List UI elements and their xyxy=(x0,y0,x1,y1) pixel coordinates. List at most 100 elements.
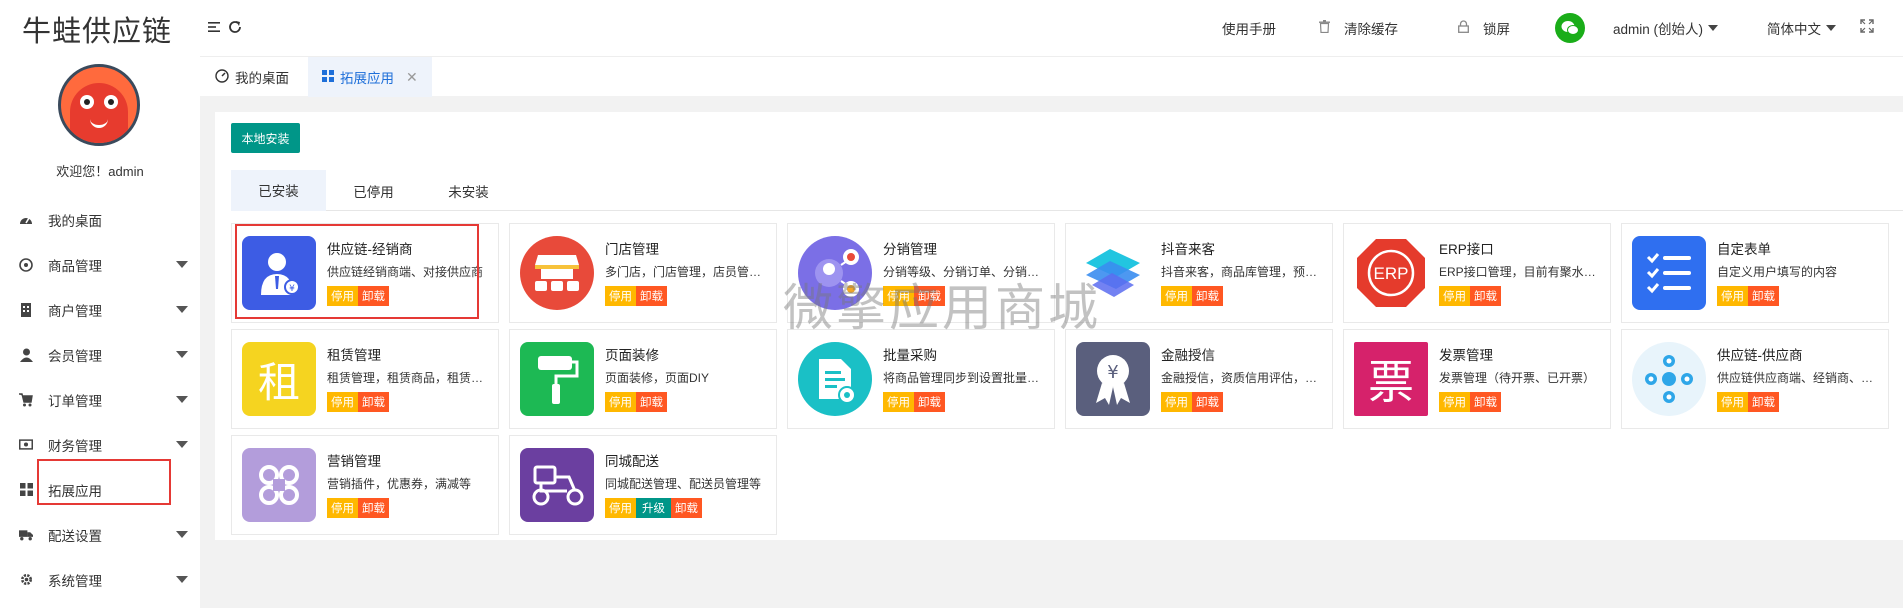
close-icon[interactable]: ✕ xyxy=(406,69,418,86)
app-desc: 抖音来客，商品库管理，预约核销 xyxy=(1161,265,1327,279)
lock-label: 锁屏 xyxy=(1483,22,1510,37)
uninstall-button[interactable]: 卸载 xyxy=(636,286,667,306)
highlight-box-app xyxy=(235,224,479,319)
app-logo[interactable]: 牛蛙供应链 xyxy=(22,8,172,50)
sidebar-menu: 我的桌面 商品管理 商户管理 会员管理 订单管理 财务管理 拓展应用 配送设置 … xyxy=(0,197,200,602)
manual-label: 使用手册 xyxy=(1222,22,1276,37)
sidebar-item-goods[interactable]: 商品管理 xyxy=(0,242,200,287)
app-card[interactable]: 抖音来客 抖音来客，商品库管理，预约核销 停用 卸载 xyxy=(1065,223,1333,323)
tab-not-installed[interactable]: 未安装 xyxy=(421,170,516,211)
sidebar-item-system[interactable]: 系统管理 xyxy=(0,557,200,602)
app-card[interactable]: 页面装修 页面装修，页面DIY 停用 卸载 xyxy=(509,329,777,429)
uninstall-button[interactable]: 卸载 xyxy=(358,392,389,412)
uninstall-button[interactable]: 卸载 xyxy=(1470,392,1501,412)
sidebar-item-label: 商户管理 xyxy=(48,303,102,319)
truck-icon xyxy=(19,528,33,542)
app-name: 发票管理 xyxy=(1439,348,1493,363)
menu-toggle-icon[interactable] xyxy=(208,20,222,39)
app-card[interactable]: 租 租赁管理 租赁管理，租赁商品，租赁订单 停用 卸载 xyxy=(231,329,499,429)
chevron-down-icon xyxy=(176,576,188,583)
app-desc: 金融授信，资质信用评估，额度管理 xyxy=(1161,371,1327,385)
user-menu[interactable]: admin (创始人) xyxy=(1613,18,1719,38)
language-select[interactable]: 简体中文 xyxy=(1767,18,1836,38)
local-install-button[interactable]: 本地安装 xyxy=(231,123,300,153)
user-label: admin (创始人) xyxy=(1613,22,1704,37)
sidebar-item-members[interactable]: 会员管理 xyxy=(0,332,200,377)
app-card[interactable]: 自定表单 自定义用户填写的内容 停用 卸载 xyxy=(1621,223,1889,323)
finance-icon: ¥ xyxy=(1076,342,1150,416)
app-card[interactable]: 门店管理 多门店，门店管理，店员管理等 停用 卸载 xyxy=(509,223,777,323)
disable-button[interactable]: 停用 xyxy=(883,392,914,412)
disable-button[interactable]: 停用 xyxy=(1161,286,1192,306)
disable-button[interactable]: 停用 xyxy=(1439,392,1470,412)
disable-button[interactable]: 停用 xyxy=(1717,392,1748,412)
app-card[interactable]: ¥ 金融授信 金融授信，资质信用评估，额度管理 停用 卸载 xyxy=(1065,329,1333,429)
tab-my-desktop[interactable]: 我的桌面 xyxy=(201,57,303,97)
goods-icon xyxy=(19,257,33,272)
app-card[interactable]: 营销管理 营销插件，优惠券，满减等 停用 卸载 xyxy=(231,435,499,535)
sidebar-item-desktop[interactable]: 我的桌面 xyxy=(0,197,200,242)
sidebar-item-label: 订单管理 xyxy=(48,393,102,409)
app-card[interactable]: 票 发票管理 发票管理（待开票、已开票） 停用 卸载 xyxy=(1343,329,1611,429)
app-card[interactable]: 同城配送 同城配送管理、配送员管理等 停用 升级 卸载 xyxy=(509,435,777,535)
cart-icon xyxy=(19,392,33,407)
avatar[interactable] xyxy=(58,64,140,146)
manual-link[interactable]: 使用手册 xyxy=(1222,18,1276,38)
trash-icon xyxy=(1319,20,1330,36)
upgrade-button[interactable]: 升级 xyxy=(636,498,671,518)
uninstall-button[interactable]: 卸载 xyxy=(358,498,389,518)
chevron-down-icon xyxy=(176,441,188,448)
language-label: 简体中文 xyxy=(1767,22,1821,37)
money-icon xyxy=(19,438,33,452)
uninstall-button[interactable]: 卸载 xyxy=(671,498,702,518)
disable-button[interactable]: 停用 xyxy=(327,498,358,518)
chevron-down-icon xyxy=(1826,25,1836,31)
grid-icon xyxy=(322,69,334,85)
tab-label: 拓展应用 xyxy=(340,71,394,86)
tab-extensions[interactable]: 拓展应用 ✕ xyxy=(308,57,432,97)
chevron-down-icon xyxy=(1708,25,1719,31)
grid-icon xyxy=(19,483,33,497)
app-card[interactable]: 批量采购 将商品管理同步到设置批量采购 停用 卸载 xyxy=(787,329,1055,429)
watermark: 微擎应用商城 xyxy=(783,279,1101,337)
tab-installed[interactable]: 已安装 xyxy=(231,170,326,211)
uninstall-button[interactable]: 卸载 xyxy=(1748,392,1779,412)
refresh-icon[interactable] xyxy=(228,20,242,39)
gear-icon xyxy=(19,573,33,587)
disable-button[interactable]: 停用 xyxy=(1161,392,1192,412)
welcome-text: 欢迎您！admin xyxy=(56,164,144,179)
marketing-icon xyxy=(242,448,316,522)
lock-screen-button[interactable]: 锁屏 xyxy=(1458,18,1510,38)
uninstall-button[interactable]: 卸载 xyxy=(914,392,945,412)
disable-button[interactable]: 停用 xyxy=(1717,286,1748,306)
app-desc: 同城配送管理、配送员管理等 xyxy=(605,477,762,491)
chevron-down-icon xyxy=(176,396,188,403)
sidebar-item-orders[interactable]: 订单管理 xyxy=(0,377,200,422)
uninstall-button[interactable]: 卸载 xyxy=(636,392,667,412)
chevron-down-icon xyxy=(176,531,188,538)
sidebar-item-delivery[interactable]: 配送设置 xyxy=(0,512,200,557)
uninstall-button[interactable]: 卸载 xyxy=(1192,392,1223,412)
wechat-icon[interactable] xyxy=(1555,13,1585,43)
fullscreen-icon[interactable] xyxy=(1860,19,1874,38)
app-name: 页面装修 xyxy=(605,348,659,363)
disable-button[interactable]: 停用 xyxy=(327,392,358,412)
disable-button[interactable]: 停用 xyxy=(605,286,636,306)
status-tabs: 已安装 已停用 未安装 xyxy=(231,170,1903,211)
sidebar-item-label: 我的桌面 xyxy=(48,213,102,229)
uninstall-button[interactable]: 卸载 xyxy=(1748,286,1779,306)
clear-cache-button[interactable]: 清除缓存 xyxy=(1319,18,1398,38)
sidebar-item-label: 配送设置 xyxy=(48,528,102,544)
tab-disabled[interactable]: 已停用 xyxy=(326,170,421,211)
uninstall-button[interactable]: 卸载 xyxy=(1470,286,1501,306)
app-card[interactable]: ERP ERP接口 ERP接口管理，目前有聚水潭接口 停用 卸载 xyxy=(1343,223,1611,323)
uninstall-button[interactable]: 卸载 xyxy=(1192,286,1223,306)
app-desc: 发票管理（待开票、已开票） xyxy=(1439,371,1596,385)
sidebar-item-merchants[interactable]: 商户管理 xyxy=(0,287,200,332)
app-name: 批量采购 xyxy=(883,348,937,363)
store-icon xyxy=(520,236,594,310)
app-card[interactable]: 供应链-供应商 供应链供应商端、经销商、订单 停用 卸载 xyxy=(1621,329,1889,429)
disable-button[interactable]: 停用 xyxy=(605,498,636,518)
disable-button[interactable]: 停用 xyxy=(1439,286,1470,306)
disable-button[interactable]: 停用 xyxy=(605,392,636,412)
